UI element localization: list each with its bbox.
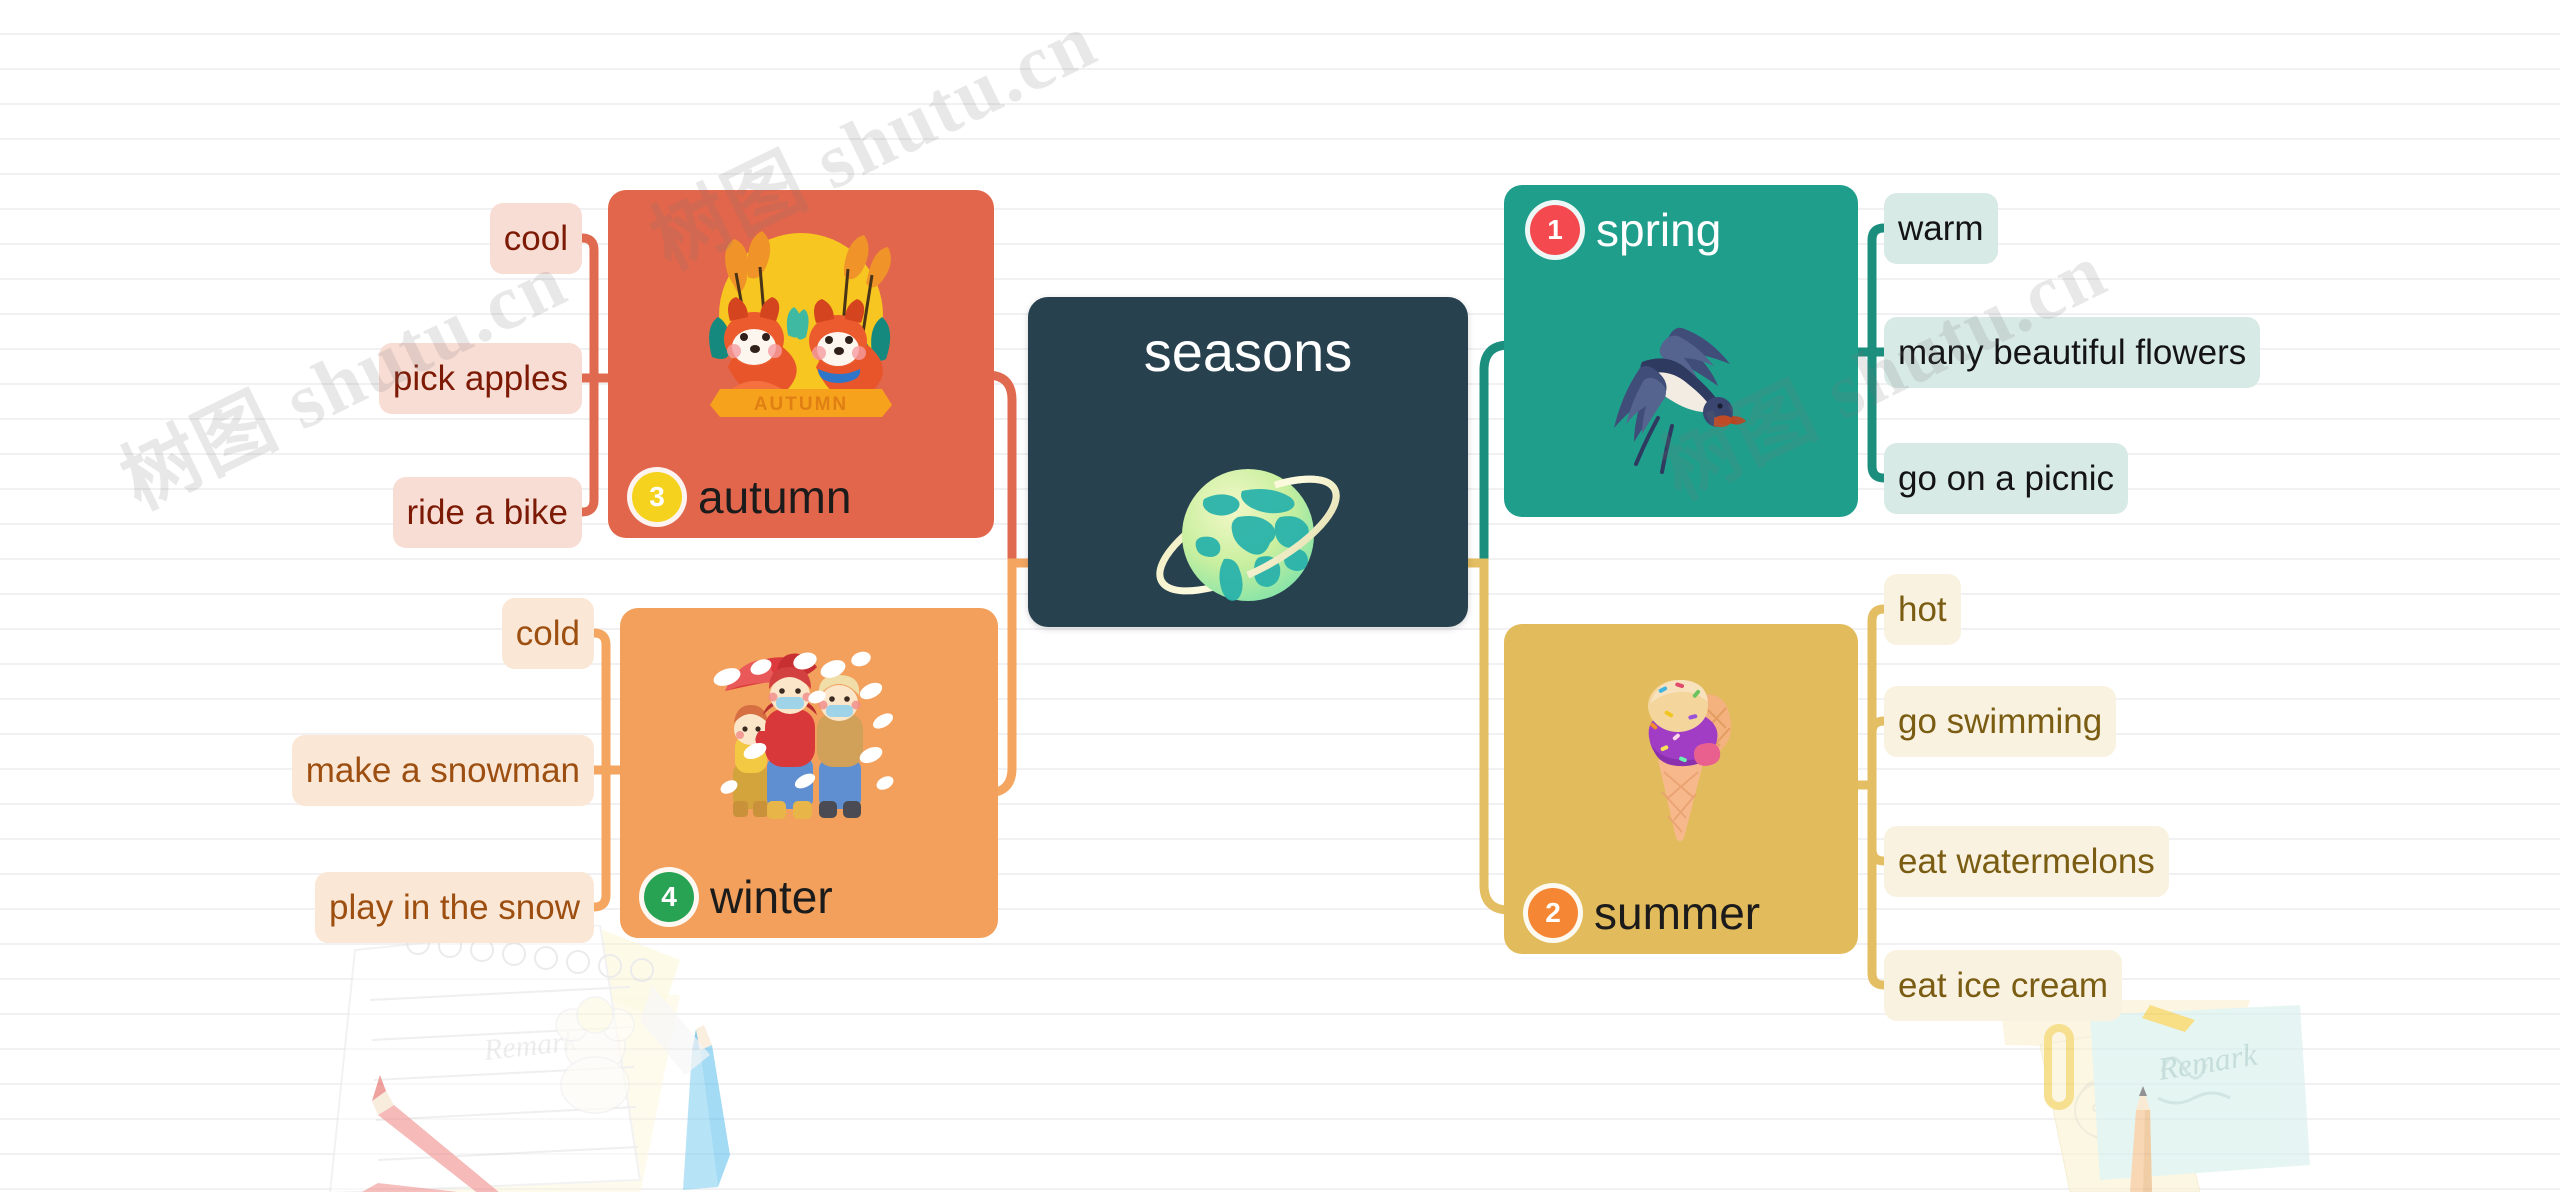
- wire-summer-leaf-3: [1867, 780, 1889, 866]
- branch-title-winter: winter: [710, 871, 833, 923]
- branch-number-badge: 3: [632, 472, 682, 522]
- root-title: seasons: [1143, 320, 1353, 383]
- wire-summer-leaf-2: [1867, 716, 1889, 790]
- wire-autumn-trunk: [577, 233, 613, 383]
- root-node-seasons[interactable]: seasons: [1028, 297, 1468, 627]
- leaf-summer-2[interactable]: go swimming: [1884, 686, 2117, 757]
- globe-with-ring-icon: [1156, 469, 1340, 601]
- leaf-winter-2[interactable]: make a snowman: [291, 735, 594, 806]
- mindmap-canvas: Remark Remark seasons AUTUMN 3 autumn 4 …: [0, 0, 2560, 1192]
- branch-card-autumn[interactable]: AUTUMN 3 autumn: [608, 190, 994, 538]
- two-foxes-autumn-icon: AUTUMN: [608, 212, 994, 422]
- svg-text:Remark: Remark: [2154, 1036, 2260, 1087]
- leaf-winter-3[interactable]: play in the snow: [315, 872, 594, 943]
- branch-number-badge: 2: [1528, 888, 1578, 938]
- card-header-spring: 1 spring: [1530, 205, 1721, 255]
- flying-swallow-icon: [1504, 295, 1858, 485]
- leaf-winter-1[interactable]: cold: [501, 598, 594, 669]
- svg-text:Remark: Remark: [481, 1024, 579, 1067]
- leaf-spring-3[interactable]: go on a picnic: [1884, 443, 2128, 514]
- wire-summer-trunk: [1853, 604, 1889, 790]
- wire-winter-leaf-3: [589, 765, 611, 912]
- ice-cream-cone-icon: [1504, 652, 1858, 842]
- branch-card-winter[interactable]: 4 winter: [620, 608, 998, 938]
- svg-text:AUTUMN: AUTUMN: [754, 394, 848, 415]
- wire-summer-leaf-4: [1867, 780, 1889, 990]
- card-footer-winter: 4 winter: [644, 872, 833, 922]
- leaf-summer-3[interactable]: eat watermelons: [1884, 826, 2169, 897]
- branch-card-summer[interactable]: 2 summer: [1504, 624, 1858, 954]
- leaf-summer-1[interactable]: hot: [1884, 574, 1961, 645]
- branch-title-autumn: autumn: [698, 471, 852, 523]
- branch-number-badge: 1: [1530, 205, 1580, 255]
- wire-spring-leaf-2: [1867, 347, 1889, 483]
- leaf-spring-2[interactable]: many beautiful flowers: [1884, 317, 2261, 388]
- leaf-summer-4[interactable]: eat ice cream: [1884, 950, 2123, 1021]
- wire-winter-trunk: [589, 628, 625, 775]
- branch-card-spring[interactable]: 1 spring: [1504, 185, 1858, 517]
- card-footer-summer: 2 summer: [1528, 888, 1760, 938]
- branch-number-badge: 4: [644, 872, 694, 922]
- leaf-autumn-1[interactable]: cool: [489, 203, 582, 274]
- decoration-notepad-pencils: Remark: [329, 925, 730, 1192]
- leaf-autumn-2[interactable]: pick apples: [378, 343, 582, 414]
- wire-autumn-leaf-3: [577, 373, 599, 517]
- branch-title-summer: summer: [1594, 887, 1761, 939]
- branch-title-spring: spring: [1596, 204, 1722, 256]
- decoration-sticky-notes-pencil: Remark: [2000, 1000, 2310, 1192]
- leaf-autumn-3[interactable]: ride a bike: [392, 477, 582, 548]
- leaf-spring-1[interactable]: warm: [1884, 193, 1998, 264]
- wire-spring-trunk: [1853, 223, 1889, 357]
- card-footer-autumn: 3 autumn: [632, 472, 851, 522]
- family-in-snow-icon: [620, 632, 998, 828]
